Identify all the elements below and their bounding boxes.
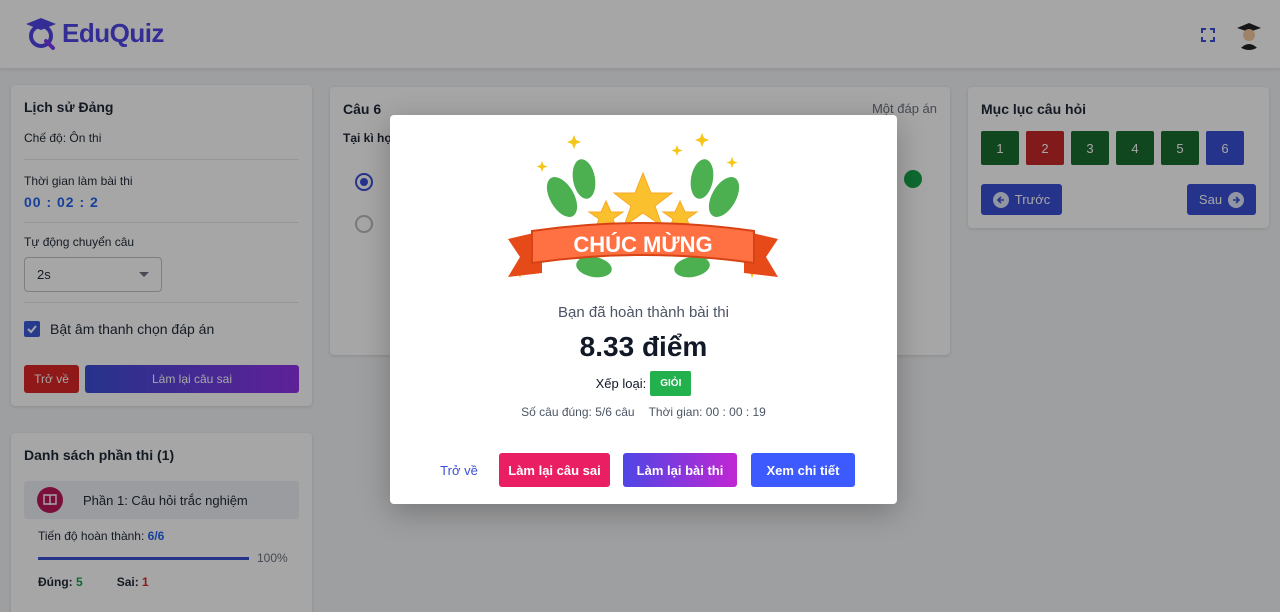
- rank-badge: GIỎI: [650, 371, 692, 396]
- modal-redo-button[interactable]: Làm lại bài thi: [623, 453, 737, 487]
- rank-row: Xếp loại: GIỎI: [390, 371, 897, 396]
- rank-label: Xếp loại:: [595, 376, 647, 391]
- modal-retry-wrong-button[interactable]: Làm lại câu sai: [499, 453, 610, 487]
- result-info: Số câu đúng: 5/6 câu Thời gian: 00 : 00 …: [390, 405, 897, 419]
- modal-detail-button[interactable]: Xem chi tiết: [751, 453, 855, 487]
- time-spent-text: Thời gian: 00 : 00 : 19: [648, 405, 766, 419]
- congrats-badge: CHÚC MỪNG: [508, 133, 778, 278]
- modal-back-button[interactable]: Trở về: [430, 453, 488, 487]
- result-modal: CHÚC MỪNG Bạn đã hoàn thành bài thi 8.33…: [390, 115, 897, 504]
- correct-count-text: Số câu đúng: 5/6 câu: [521, 405, 635, 419]
- banner-text: CHÚC MỪNG: [573, 232, 712, 257]
- modal-subtitle: Bạn đã hoàn thành bài thi: [558, 304, 729, 321]
- score-value: 8.33 điểm: [579, 331, 708, 362]
